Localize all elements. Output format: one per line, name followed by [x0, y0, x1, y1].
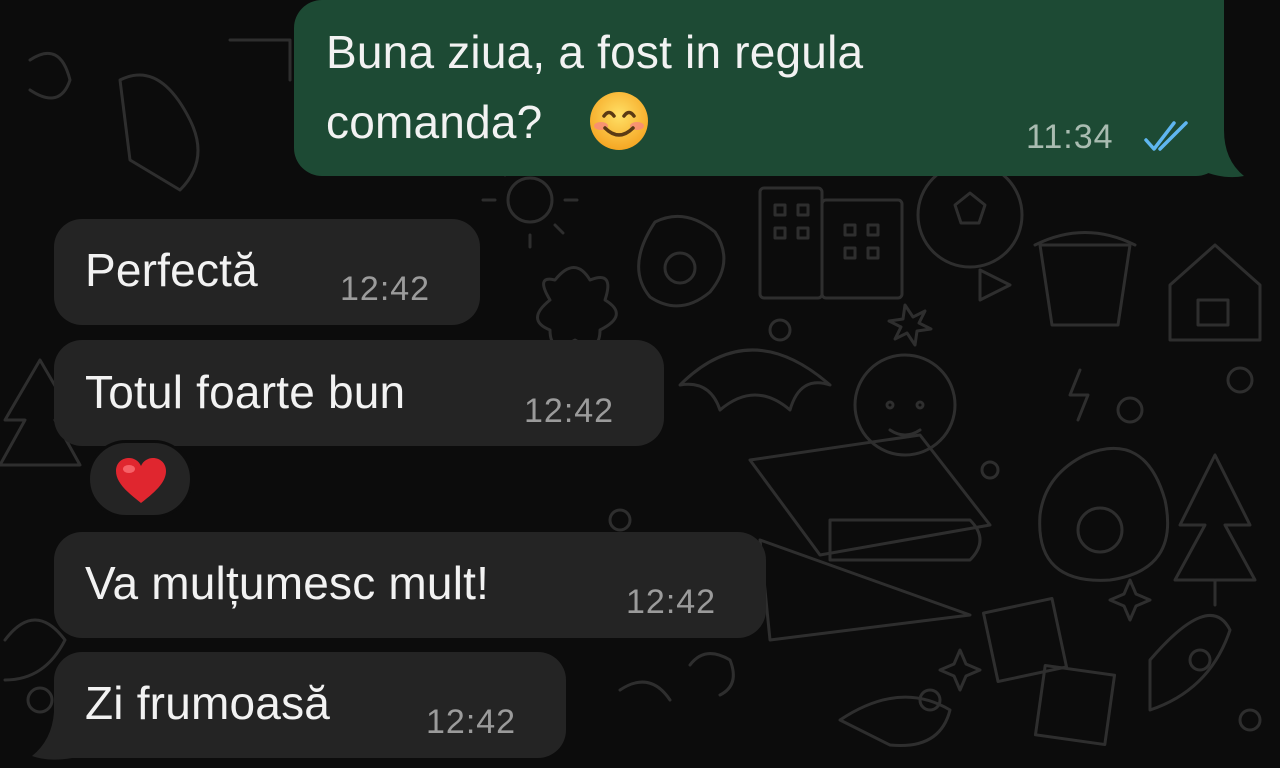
message-text-line-1: Buna ziua, a fost in regula — [326, 26, 864, 78]
message-text-line-2: comanda? — [326, 96, 543, 148]
incoming-message-bubble[interactable]: Zi frumoasă 12:42 — [54, 652, 566, 758]
incoming-bubble-tail — [32, 712, 72, 760]
message-timestamp: 12:42 — [426, 703, 517, 741]
incoming-message-bubble[interactable]: Perfectă 12:42 — [54, 219, 480, 325]
incoming-message-bubble[interactable]: Va mulțumesc mult! 12:42 — [54, 532, 766, 638]
message-text: Va mulțumesc mult! — [85, 557, 490, 609]
heart-emoji — [116, 458, 166, 503]
message-timestamp: 12:42 — [340, 270, 431, 308]
message-text: Totul foarte bun — [85, 366, 406, 418]
message-reaction[interactable] — [87, 440, 193, 518]
smiling-face-emoji — [590, 92, 648, 150]
message-timestamp: 12:42 — [626, 583, 717, 621]
outgoing-message-bubble[interactable]: Buna ziua, a fost in regula comanda? 11:… — [294, 0, 1224, 176]
chat-view[interactable]: Buna ziua, a fost in regula comanda? 11:… — [0, 0, 1280, 768]
read-double-check-icon — [1144, 121, 1188, 151]
message-timestamp: 11:34 — [1026, 118, 1114, 156]
incoming-message-bubble[interactable]: Totul foarte bun 12:42 — [54, 340, 664, 446]
message-timestamp: 12:42 — [524, 392, 615, 430]
outgoing-bubble-tail — [1200, 130, 1244, 178]
message-text: Zi frumoasă — [85, 677, 331, 729]
message-text: Perfectă — [85, 244, 258, 296]
